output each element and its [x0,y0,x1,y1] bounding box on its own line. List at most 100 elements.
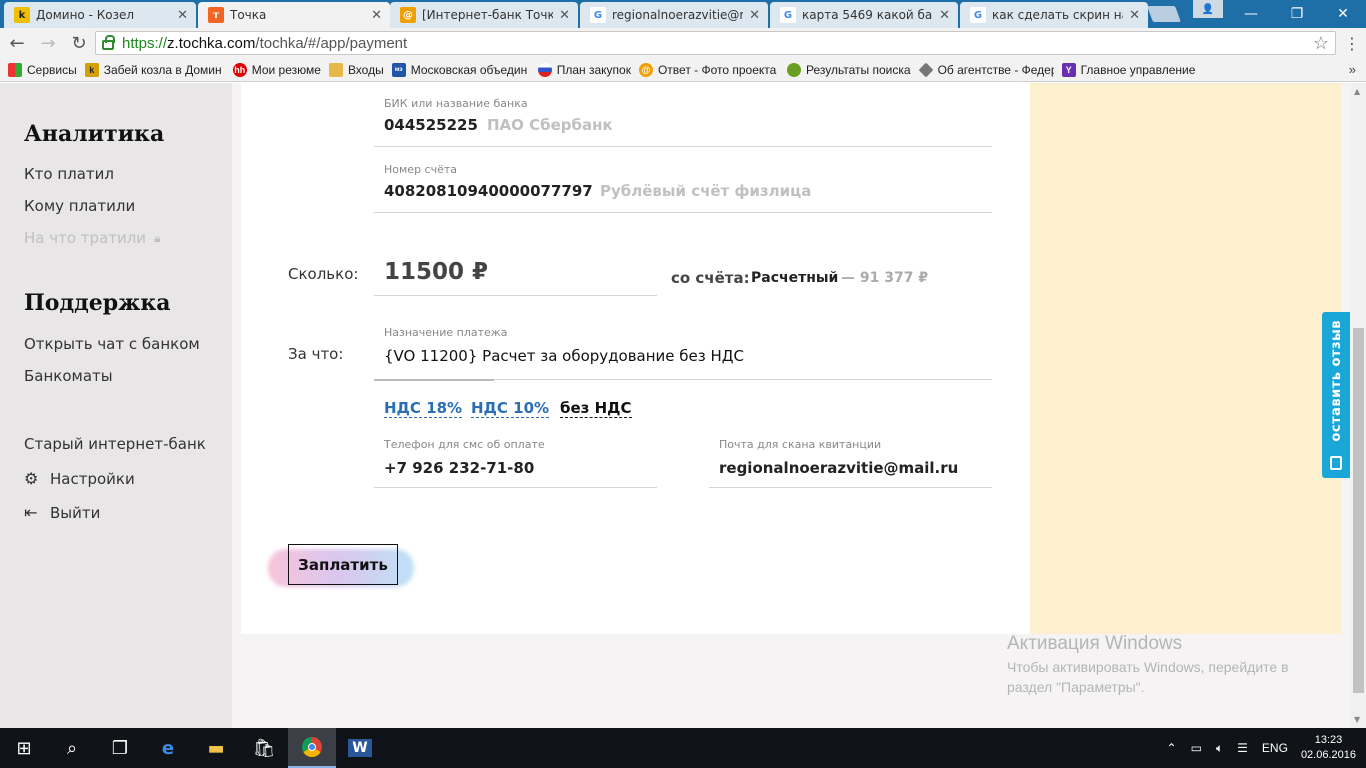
tray-arrow-icon[interactable]: ⌃ [1167,741,1177,755]
battery-icon[interactable]: ▭ [1191,741,1202,755]
close-tab-icon[interactable]: ✕ [371,8,382,23]
bookmark-star-icon[interactable]: ☆ [1313,33,1329,54]
clock-time: 13:23 [1314,734,1343,746]
email-input[interactable]: regionalnoerazvitie@mail.ru [719,459,958,477]
reload-icon[interactable]: ↻ [65,29,93,57]
language-indicator[interactable]: ENG [1262,741,1288,755]
bookmark-item[interactable]: План закупок [537,62,631,77]
search-icon[interactable]: ⌕ [48,728,96,768]
sidebar-item-old-bank[interactable]: Старый интернет-банк [24,435,206,453]
bookmark-item[interactable]: Об агентстве - Федер [918,62,1054,77]
volume-icon[interactable]: 🔈︎ [1216,741,1223,756]
bookmarks-bar: Сервисы k Забей козла в Домин hh Мои рез… [0,58,1366,82]
tab-google-card[interactable]: G карта 5469 какой банк - ✕ [770,2,958,28]
edge-icon[interactable]: e [144,728,192,768]
windows-taskbar: ⊞ ⌕ ❐ e ▬ 🛍︎ W ⌃ ▭ 🔈︎ ☰ ENG 13:23 02.06.… [0,728,1366,768]
notifications-icon[interactable]: ☰ [1237,741,1248,755]
divider [374,295,657,296]
back-arrow-icon[interactable]: ← [3,29,31,57]
purpose-label: Назначение платежа [384,326,508,339]
no-nds-option[interactable]: без НДС [560,399,632,418]
nds-18-option[interactable]: НДС 18% [384,399,463,418]
page-scrollbar[interactable]: ▲ ▼ [1351,83,1366,728]
clock[interactable]: 13:23 02.06.2016 [1301,733,1356,763]
sidebar-item-logout[interactable]: ⇤ Выйти [24,503,100,522]
feedback-icon [1330,456,1342,470]
tab-tochka[interactable]: т Точка ✕ [198,2,390,28]
divider [709,487,992,488]
chrome-logo [302,737,322,757]
windows-start-icon[interactable]: ⊞ [0,728,48,768]
agency-icon [918,62,934,77]
bookmark-label: Забей козла в Домин [103,62,222,77]
amount-row-label: Сколько: [288,265,359,283]
bookmark-item[interactable]: hh Мои резюме [232,62,321,77]
bookmark-item[interactable]: k Забей козла в Домин [84,62,225,77]
tab-title: Точка [230,8,267,22]
sidebar-item-open-chat[interactable]: Открыть чат с банком [24,335,200,353]
tab-internet-bank[interactable]: @ [Интернет-банк Точка] Р ✕ [390,2,578,28]
page-content: Аналитика Кто платил Кому платили На что… [0,83,1351,728]
sidebar-item-label: Выйти [50,503,101,522]
url-host: z.tochka.com [167,34,256,52]
bookmark-item[interactable]: Сервисы [8,62,77,77]
bookmark-item[interactable]: @ Ответ - Фото проекта [638,62,779,77]
bik-input[interactable]: 044525225 [384,116,478,134]
file-explorer-icon[interactable]: ▬ [192,728,240,768]
bookmark-item[interactable]: мэ Московская объедин [391,62,530,77]
new-tab-button[interactable] [1147,6,1181,22]
bik-label: БИК или название банка [384,97,528,110]
bookmark-item[interactable]: Входы [328,62,384,77]
bookmark-label: Сервисы [27,62,77,77]
sidebar: Аналитика Кто платил Кому платили На что… [0,83,232,728]
support-heading: Поддержка [24,290,171,316]
bookmark-item[interactable]: Результаты поиска [786,62,911,77]
side-panel [1030,83,1341,634]
bookmark-item[interactable]: Y Главное управление [1061,62,1195,77]
close-tab-icon[interactable]: ✕ [749,8,760,23]
scroll-down-icon[interactable]: ▼ [1354,715,1360,724]
word-icon[interactable]: W [336,728,384,768]
phone-input[interactable]: +7 926 232-71-80 [384,459,534,477]
address-bar[interactable]: https:// z.tochka.com /tochka/#/app/paym… [95,31,1336,55]
minimize-icon[interactable]: — [1228,0,1274,28]
from-account-select[interactable]: Расчетный [751,270,838,286]
scrollbar-thumb[interactable] [1353,328,1364,693]
apps-grid-icon [8,62,22,77]
close-tab-icon[interactable]: ✕ [177,8,188,23]
scroll-up-icon[interactable]: ▲ [1354,87,1360,96]
search-results-icon [786,62,801,77]
task-view-icon[interactable]: ❐ [96,728,144,768]
russia-flag-icon [537,62,552,77]
forward-arrow-icon[interactable]: → [34,29,62,57]
sidebar-item-who-paid[interactable]: Кто платил [24,165,114,183]
close-tab-icon[interactable]: ✕ [1129,8,1140,23]
lock-icon [102,35,115,50]
url-scheme: https:// [122,34,168,52]
maximize-icon[interactable]: ❐ [1274,0,1320,28]
tab-google-screenshot[interactable]: G как сделать скрин на но ✕ [960,2,1148,28]
chrome-icon[interactable] [288,728,336,768]
purpose-input[interactable]: {VO 11200} Расчет за оборудование без НД… [384,347,744,365]
account-input[interactable]: 40820810940000077797 [384,182,593,200]
store-icon[interactable]: 🛍︎ [240,728,288,768]
more-bookmarks-icon[interactable]: » [1349,62,1356,77]
folder-icon [328,62,343,77]
chrome-menu-icon[interactable]: ⋮ [1344,34,1360,53]
feedback-tab[interactable]: оставить отзыв [1322,312,1350,478]
sidebar-item-atms[interactable]: Банкоматы [24,367,113,385]
sidebar-item-whom-paid[interactable]: Кому платили [24,197,135,215]
tab-domino[interactable]: k Домино - Козел ✕ [4,2,196,28]
user-profile-icon[interactable]: 👤 [1193,0,1223,18]
amount-input[interactable]: 11500 ₽ [384,259,488,285]
sidebar-item-settings[interactable]: ⚙ Настройки [24,469,135,488]
bookmark-label: Московская объедин [410,62,528,77]
nds-10-option[interactable]: НДС 10% [471,399,550,418]
tab-title: regionalnoerazvitie@mai [612,8,743,22]
pay-button[interactable]: Заплатить [288,544,398,585]
close-tab-icon[interactable]: ✕ [559,8,570,23]
tab-google-email[interactable]: G regionalnoerazvitie@mai ✕ [580,2,768,28]
close-window-icon[interactable]: ✕ [1320,0,1366,28]
close-tab-icon[interactable]: ✕ [939,8,950,23]
sidebar-item-label: На что тратили [24,229,147,247]
